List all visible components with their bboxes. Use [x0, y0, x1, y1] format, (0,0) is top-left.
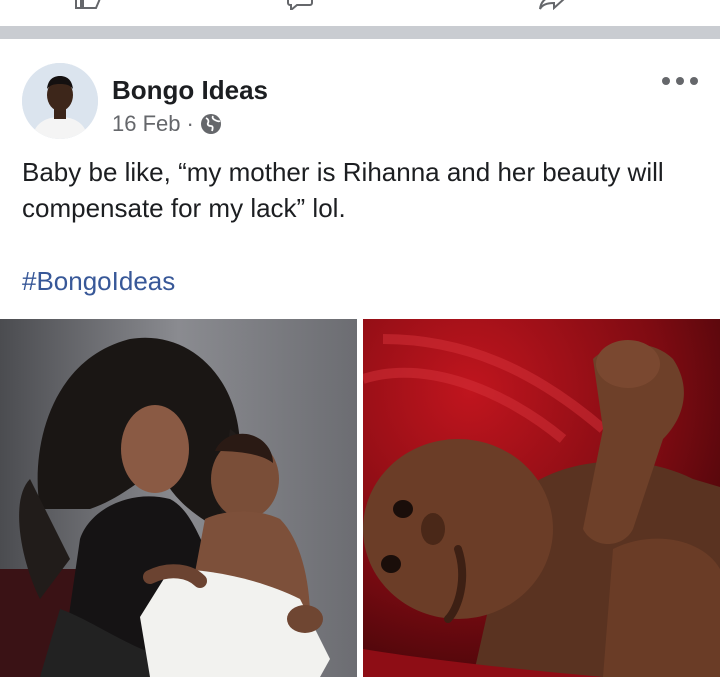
- post-meta: 16 Feb ·: [112, 111, 222, 137]
- more-horizontal-icon[interactable]: [662, 75, 698, 87]
- photo-1-image: [0, 319, 357, 677]
- photo-baby-closeup[interactable]: [363, 319, 720, 677]
- comment-icon[interactable]: [286, 0, 314, 10]
- avatar[interactable]: [22, 63, 98, 139]
- post-header: Bongo Ideas 16 Feb ·: [0, 39, 720, 149]
- feed-separator: [0, 26, 720, 39]
- dot-1: [662, 77, 670, 85]
- post-text: Baby be like, “my mother is Rihanna and …: [22, 157, 664, 223]
- post-actions-bar: [0, 0, 720, 26]
- share-icon[interactable]: [538, 0, 566, 10]
- photo-2-image: [363, 319, 720, 677]
- dot-3: [690, 77, 698, 85]
- post-date[interactable]: 16 Feb: [112, 111, 181, 137]
- photo-grid: [0, 319, 720, 677]
- like-icon[interactable]: [74, 0, 102, 10]
- author-name[interactable]: Bongo Ideas: [112, 75, 268, 106]
- photo-mother-and-baby[interactable]: [0, 319, 357, 677]
- profile-photo: [22, 63, 98, 139]
- meta-separator: ·: [186, 111, 194, 136]
- hashtag-link[interactable]: #BongoIdeas: [22, 266, 175, 297]
- globe-icon: [200, 114, 221, 134]
- dot-2: [676, 77, 684, 85]
